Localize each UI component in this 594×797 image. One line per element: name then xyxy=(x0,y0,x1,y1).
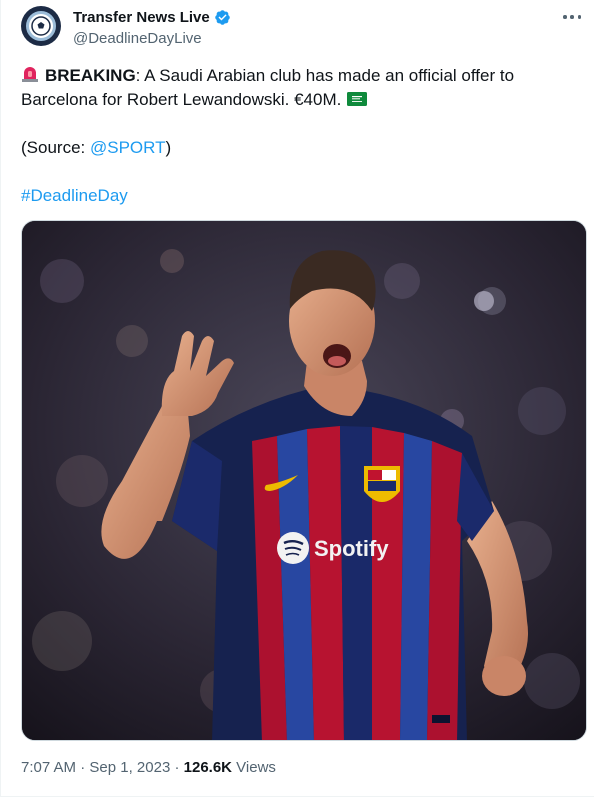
source-suffix: ) xyxy=(165,138,172,157)
tweet-metadata: 7:07 AM · Sep 1, 2023 · 126.6K Views xyxy=(21,758,276,778)
spotify-sponsor: Spotify xyxy=(277,532,389,564)
blank-line-2 xyxy=(21,160,571,184)
hashtag-line: #DeadlineDay xyxy=(21,184,571,208)
more-options-icon[interactable] xyxy=(561,8,583,26)
post-date[interactable]: Sep 1, 2023 xyxy=(89,759,170,776)
text-line-2: Barcelona for Robert Lewandowski. €40M. xyxy=(21,88,571,112)
tweet-header: Transfer News Live @DeadlineDayLive xyxy=(21,6,591,50)
display-name[interactable]: Transfer News Live xyxy=(73,8,210,27)
text-line-2-content: Barcelona for Robert Lewandowski. €40M. xyxy=(21,90,342,109)
siren-icon xyxy=(22,67,38,82)
views-label: Views xyxy=(232,759,276,776)
fc-barcelona-crest-icon xyxy=(364,466,400,502)
text-line-1-rest: : A Saudi Arabian club has made an offic… xyxy=(135,66,515,85)
meta-separator-2: · xyxy=(170,759,184,776)
player-photo: Spotify xyxy=(22,221,586,740)
handle[interactable]: @DeadlineDayLive xyxy=(73,29,231,49)
meta-separator: · xyxy=(76,759,90,776)
avatar[interactable] xyxy=(21,6,61,46)
tweet-text: BREAKING: A Saudi Arabian club has made … xyxy=(21,64,571,208)
display-name-row[interactable]: Transfer News Live xyxy=(73,8,231,27)
author-names: Transfer News Live @DeadlineDayLive xyxy=(73,8,231,49)
saudi-flag-icon xyxy=(347,92,368,106)
soccer-ball-icon xyxy=(26,11,56,41)
source-line: (Source: @SPORT) xyxy=(21,136,571,160)
post-time[interactable]: 7:07 AM xyxy=(21,759,76,776)
text-line-1: BREAKING: A Saudi Arabian club has made … xyxy=(21,64,571,88)
views-count[interactable]: 126.6K xyxy=(184,759,232,776)
source-mention-link[interactable]: @SPORT xyxy=(90,138,166,157)
verified-badge-icon xyxy=(214,10,230,25)
tweet: Transfer News Live @DeadlineDayLive BREA… xyxy=(0,0,594,797)
source-prefix: (Source: xyxy=(21,138,90,157)
hashtag-link[interactable]: #DeadlineDay xyxy=(21,186,128,205)
tweet-photo[interactable]: Spotify xyxy=(21,220,587,741)
breaking-label: BREAKING xyxy=(45,66,136,85)
sponsor-wordmark: Spotify xyxy=(314,536,389,561)
